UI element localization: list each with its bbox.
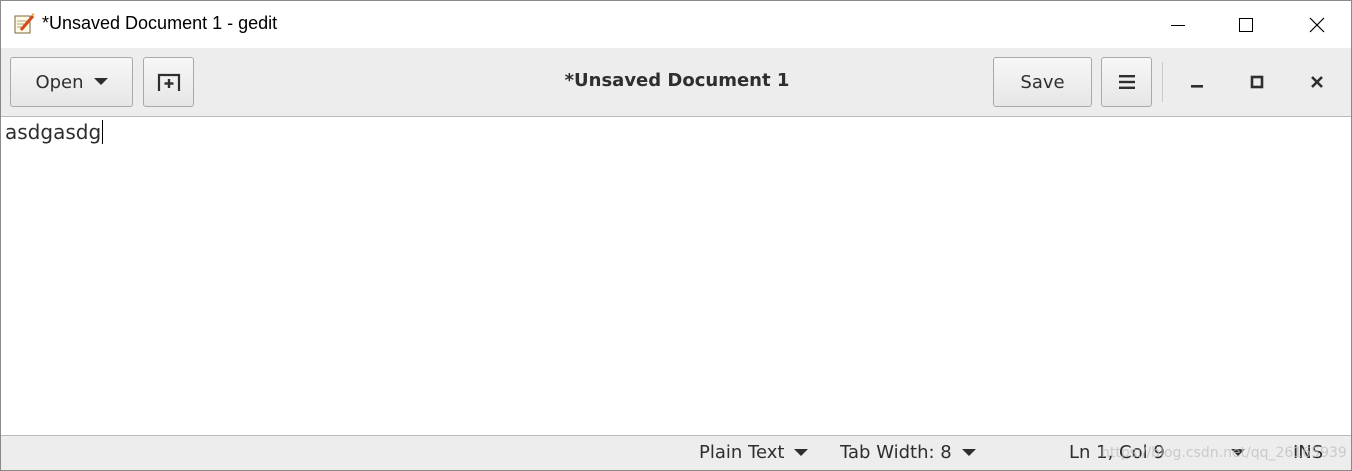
- gedit-app-icon: [13, 13, 35, 35]
- close-icon: [1311, 76, 1323, 88]
- chevron-down-icon: [961, 448, 976, 456]
- gedit-window: *Unsaved Document 1 - gedit Open *Unsave…: [0, 0, 1352, 471]
- save-button[interactable]: Save: [993, 57, 1092, 107]
- watermark: https://blog.csdn.net/qq_26165939: [1101, 445, 1347, 461]
- new-tab-icon: [157, 73, 180, 91]
- tab-width-selector[interactable]: Tab Width: 8: [840, 442, 976, 463]
- save-button-label: Save: [1020, 71, 1065, 93]
- header-minimize-button[interactable]: [1177, 62, 1217, 102]
- tab-width-label: Tab Width: 8: [840, 442, 952, 463]
- close-icon: [1309, 17, 1325, 32]
- maximize-icon: [1250, 75, 1264, 89]
- window-titlebar[interactable]: *Unsaved Document 1 - gedit: [1, 1, 1351, 48]
- maximize-icon: [1239, 17, 1253, 32]
- language-selector[interactable]: Plain Text: [699, 442, 809, 463]
- maximize-button[interactable]: [1212, 1, 1280, 48]
- open-button[interactable]: Open: [10, 57, 133, 107]
- status-bar: Plain Text Tab Width: 8 Ln 1, Col 9 INS …: [1, 435, 1351, 470]
- minimize-button[interactable]: [1144, 1, 1212, 48]
- window-title: *Unsaved Document 1 - gedit: [42, 13, 278, 33]
- minimize-icon: [1171, 24, 1185, 26]
- text-cursor: [102, 120, 104, 144]
- header-close-button[interactable]: [1297, 62, 1337, 102]
- header-separator: [1162, 62, 1163, 102]
- minimize-icon: [1191, 85, 1203, 88]
- open-button-label: Open: [35, 71, 84, 93]
- menu-button[interactable]: [1101, 57, 1152, 107]
- document-title: *Unsaved Document 1: [564, 70, 790, 91]
- hamburger-menu-icon: [1118, 75, 1135, 89]
- editor-text-line[interactable]: asdgasdg: [5, 120, 104, 144]
- chevron-down-icon: [794, 448, 809, 456]
- close-button[interactable]: [1283, 1, 1351, 48]
- header-maximize-button[interactable]: [1237, 62, 1277, 102]
- language-label: Plain Text: [699, 442, 785, 463]
- editor-content: asdgasdg: [5, 120, 102, 144]
- text-editor-area[interactable]: asdgasdg: [1, 117, 1351, 435]
- header-bar: Open *Unsaved Document 1 Save: [1, 48, 1351, 117]
- chevron-down-icon: [93, 78, 108, 85]
- new-tab-button[interactable]: [143, 57, 194, 107]
